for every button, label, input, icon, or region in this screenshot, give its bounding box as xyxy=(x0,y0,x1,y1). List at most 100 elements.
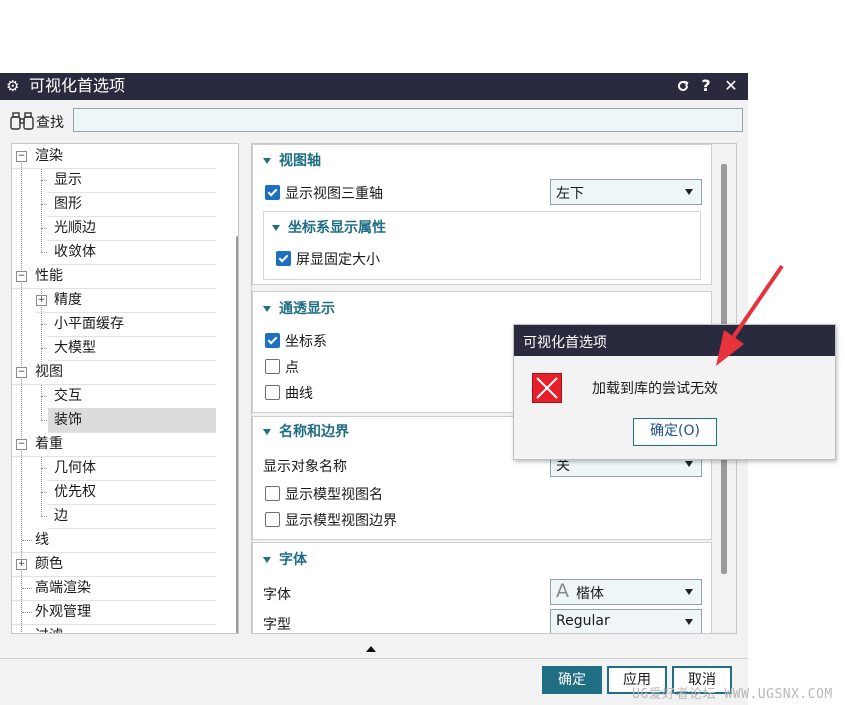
csys-checkbox[interactable] xyxy=(265,333,280,348)
model-view-border-checkbox[interactable] xyxy=(265,512,280,527)
section-header-csys-display[interactable]: 坐标系显示属性 xyxy=(272,217,386,237)
gear-icon: ⚙ xyxy=(6,77,20,95)
section-view-triad: 视图轴 显示视图三重轴 左下 坐标系显示属性 屏显固定大小 xyxy=(252,144,712,285)
tree-item-edges[interactable]: 边 xyxy=(41,504,216,529)
csys-label: 坐标系 xyxy=(285,334,327,350)
tree-connector xyxy=(41,420,47,421)
tree-item-label: 着重 xyxy=(35,436,63,452)
message-title: 可视化首选项 xyxy=(523,335,607,351)
tree-item-facet-cache[interactable]: 小平面缓存 xyxy=(41,312,216,337)
collapse-triangle-icon xyxy=(272,225,280,231)
tree-item-label: 视图 xyxy=(35,364,63,380)
tree-item-label: 过滤 xyxy=(35,624,63,633)
model-view-name-checkbox[interactable] xyxy=(265,486,280,501)
tree-item-label: 显示 xyxy=(54,172,82,188)
tree-item-decoration[interactable]: 装饰 xyxy=(41,408,216,433)
expand-toggle-icon[interactable]: + xyxy=(36,295,47,306)
tree-item-priority[interactable]: 优先权 xyxy=(41,480,216,505)
tree-item-colors[interactable]: + 颜色 xyxy=(12,552,216,577)
tree-item-render[interactable]: − 渲染 xyxy=(12,144,216,169)
show-triad-label: 显示视图三重轴 xyxy=(285,186,383,202)
expand-toggle-icon[interactable]: + xyxy=(16,559,27,570)
show-name-label: 显示对象名称 xyxy=(263,459,347,475)
section-header-transparency[interactable]: 通透显示 xyxy=(263,298,335,318)
binoculars-icon xyxy=(10,110,34,136)
tree-item-display[interactable]: 显示 xyxy=(41,168,216,193)
title-bar[interactable]: ⚙ 可视化首选项 ? ✕ xyxy=(0,73,748,100)
tree-item-label: 大模型 xyxy=(54,340,96,356)
dropdown-value: 左下 xyxy=(556,186,584,202)
tree-item-large-model[interactable]: 大模型 xyxy=(41,336,216,361)
close-button[interactable]: ✕ xyxy=(721,76,741,96)
help-button[interactable]: ? xyxy=(696,76,716,96)
show-triad-checkbox[interactable] xyxy=(265,185,280,200)
ok-button[interactable]: 确定 xyxy=(542,666,602,694)
tree-item-label: 交互 xyxy=(54,388,82,404)
tree-item-graphics[interactable]: 图形 xyxy=(41,192,216,217)
collapse-toggle-icon[interactable]: − xyxy=(16,367,27,378)
font-a-icon: A xyxy=(556,580,569,602)
tree-item-label: 性能 xyxy=(35,268,63,284)
tree-connector xyxy=(41,384,42,420)
tree-connector xyxy=(41,456,42,516)
point-checkbox[interactable] xyxy=(265,359,280,374)
tree-item-label: 边 xyxy=(54,508,68,524)
collapse-toggle-icon[interactable]: − xyxy=(16,439,27,450)
tree-item-emphasis[interactable]: − 着重 xyxy=(12,432,216,457)
model-view-name-label: 显示模型视图名 xyxy=(285,487,383,503)
curve-checkbox[interactable] xyxy=(265,385,280,400)
message-ok-button[interactable]: 确定(O) xyxy=(633,418,717,446)
dropdown-value: 楷体 xyxy=(576,586,604,602)
tree-item-lines[interactable]: 线 xyxy=(12,528,216,553)
triad-position-dropdown[interactable]: 左下 xyxy=(550,179,702,205)
fixed-size-checkbox[interactable] xyxy=(276,251,291,266)
collapse-toggle-icon[interactable]: − xyxy=(16,151,27,162)
tree-item-label: 装饰 xyxy=(54,412,82,428)
collapse-toggle-icon[interactable]: − xyxy=(16,271,27,282)
annotation-arrow-icon xyxy=(716,264,784,366)
section-header-view-triad[interactable]: 视图轴 xyxy=(263,150,321,170)
tree-item-appearance[interactable]: 外观管理 xyxy=(12,600,216,625)
search-input[interactable] xyxy=(73,108,743,132)
tree-connector xyxy=(41,348,47,349)
tree-connector xyxy=(41,204,47,205)
tree-item-high-end-render[interactable]: 高端渲染 xyxy=(12,576,216,601)
point-label: 点 xyxy=(285,360,299,376)
style-dropdown[interactable]: Regular xyxy=(550,609,702,633)
tree-item-smooth-edges[interactable]: 光顺边 xyxy=(41,216,216,241)
section-title: 字体 xyxy=(279,552,307,568)
tree-item-performance[interactable]: − 性能 xyxy=(12,264,216,289)
reset-icon[interactable] xyxy=(673,76,693,96)
tree-item-label: 颜色 xyxy=(35,556,63,572)
collapse-triangle-icon xyxy=(263,429,271,435)
collapse-triangle-icon xyxy=(263,306,271,312)
message-text: 加载到库的尝试无效 xyxy=(592,381,718,397)
tree-item-label: 精度 xyxy=(54,292,82,308)
section-header-font[interactable]: 字体 xyxy=(263,549,307,569)
tree-item-label: 小平面缓存 xyxy=(54,316,124,332)
tree-connector xyxy=(41,324,47,325)
section-font: 字体 字体 A 楷体 字型 Regular xyxy=(252,542,712,633)
search-label: 查找 xyxy=(36,115,64,131)
fixed-size-label: 屏显固定大小 xyxy=(296,252,380,268)
dropdown-arrow-icon xyxy=(685,461,693,467)
tree-item-geometry[interactable]: 几何体 xyxy=(41,456,216,481)
tree-connector xyxy=(22,588,32,589)
tree-item-label: 图形 xyxy=(54,196,82,212)
collapse-triangle-icon xyxy=(263,158,271,164)
collapse-up-icon[interactable] xyxy=(366,646,376,652)
tree-connector xyxy=(22,540,32,541)
tree-item-interaction[interactable]: 交互 xyxy=(41,384,216,409)
style-label: 字型 xyxy=(263,617,291,633)
tree-item-precision[interactable]: + 精度 xyxy=(36,288,216,313)
tree-item-label: 线 xyxy=(35,532,49,548)
tree-item-label: 高端渲染 xyxy=(35,580,91,596)
tree-item-label: 渲染 xyxy=(35,148,63,164)
tree-item-convergent[interactable]: 收敛体 xyxy=(41,240,216,265)
font-dropdown[interactable]: A 楷体 xyxy=(550,579,702,605)
model-view-border-label: 显示模型视图边界 xyxy=(285,513,397,529)
section-header-names-borders[interactable]: 名称和边界 xyxy=(263,421,349,441)
tree-item-filter[interactable]: 过滤 xyxy=(12,624,216,633)
tree-scrollbar[interactable] xyxy=(236,236,238,633)
tree-item-view[interactable]: − 视图 xyxy=(12,360,216,385)
